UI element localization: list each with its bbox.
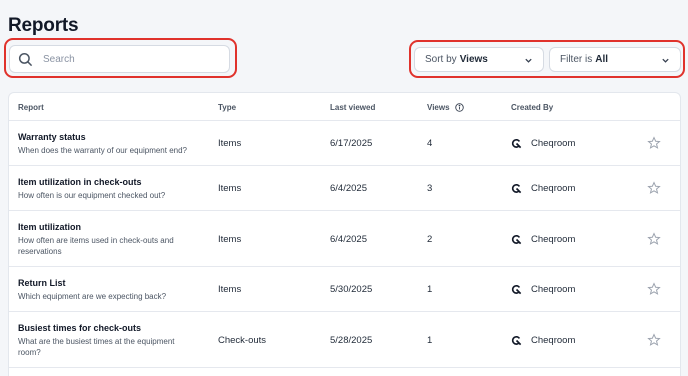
report-name[interactable]: Item utilization in check-outs — [18, 177, 142, 187]
report-creator: Cheqroom — [511, 335, 575, 346]
report-last-viewed: 6/4/2025 — [330, 183, 367, 194]
report-views: 2 — [427, 234, 433, 245]
creator-name: Cheqroom — [531, 183, 576, 194]
column-header-created-by[interactable]: Created By — [511, 103, 553, 112]
column-header-views-group[interactable]: Views — [427, 103, 464, 112]
report-type: Items — [218, 284, 242, 295]
column-header-type[interactable]: Type — [218, 103, 236, 112]
cheqroom-logo-icon — [511, 285, 522, 295]
filter-prefix: Filter is — [560, 54, 593, 65]
report-type: Check-outs — [218, 335, 267, 346]
cheqroom-logo-icon — [511, 336, 522, 346]
search-icon — [18, 52, 33, 66]
creator-name: Cheqroom — [531, 284, 576, 295]
search-field[interactable] — [9, 45, 230, 73]
report-views: 1 — [427, 335, 433, 346]
star-icon[interactable] — [647, 282, 661, 296]
report-views: 3 — [427, 183, 433, 194]
report-creator: Cheqroom — [511, 284, 575, 295]
cheqroom-logo-icon — [511, 139, 522, 149]
report-type: Items — [218, 183, 242, 194]
report-creator: Cheqroom — [511, 183, 575, 194]
report-views: 4 — [427, 138, 433, 149]
report-last-viewed: 6/17/2025 — [330, 138, 373, 149]
star-icon[interactable] — [647, 181, 661, 195]
star-icon[interactable] — [647, 333, 661, 347]
search-input[interactable] — [43, 53, 213, 65]
star-icon[interactable] — [647, 136, 661, 150]
table-row[interactable]: Return List Which equipment are we expec… — [9, 267, 680, 312]
info-icon[interactable] — [455, 103, 464, 112]
cheqroom-logo-icon — [511, 235, 522, 245]
filter-dropdown[interactable]: Filter is All — [549, 47, 681, 72]
report-views: 1 — [427, 284, 433, 295]
report-description: What are the busiest times at the equipm… — [18, 337, 175, 357]
sort-dropdown[interactable]: Sort by Views — [414, 47, 544, 72]
report-type: Items — [218, 234, 242, 245]
sort-prefix: Sort by — [425, 54, 457, 65]
reports-table: Report Type Last viewed Views Created By… — [8, 92, 681, 376]
filter-value: All — [595, 54, 609, 65]
report-creator: Cheqroom — [511, 138, 575, 149]
table-row[interactable]: Item utilization in check-outs How often… — [9, 166, 680, 211]
report-type: Items — [218, 138, 242, 149]
report-name[interactable]: Item utilization — [18, 222, 81, 232]
table-row[interactable]: Busiest times for check-outs What are th… — [9, 312, 680, 368]
table-header: Report Type Last viewed Views Created By — [9, 93, 680, 121]
report-last-viewed: 5/30/2025 — [330, 284, 373, 295]
report-description: Which equipment are we expecting back? — [18, 292, 167, 301]
page-title: Reports — [8, 15, 79, 36]
report-creator: Cheqroom — [511, 234, 575, 245]
report-last-viewed: 6/4/2025 — [330, 234, 367, 245]
column-header-report[interactable]: Report — [18, 103, 44, 112]
report-name[interactable]: Return List — [18, 278, 66, 288]
report-description: When does the warranty of our equipment … — [18, 146, 187, 155]
table-row[interactable]: Warranty status When does the warranty o… — [9, 121, 680, 166]
column-header-views: Views — [427, 103, 450, 112]
sort-value: Views — [459, 54, 488, 65]
report-last-viewed: 5/28/2025 — [330, 335, 373, 346]
chevron-down-icon — [525, 58, 532, 63]
report-name[interactable]: Busiest times for check-outs — [18, 323, 141, 333]
report-description: How often is our equipment checked out? — [18, 191, 166, 200]
creator-name: Cheqroom — [531, 335, 576, 346]
star-icon[interactable] — [647, 232, 661, 246]
creator-name: Cheqroom — [531, 234, 576, 245]
cheqroom-logo-icon — [511, 184, 522, 194]
report-name[interactable]: Warranty status — [18, 132, 86, 142]
table-row[interactable]: Item utilization How often are items use… — [9, 211, 680, 267]
column-header-last-viewed[interactable]: Last viewed — [330, 103, 375, 112]
chevron-down-icon — [662, 58, 669, 63]
report-description: How often are items used in check-outs a… — [18, 236, 174, 256]
creator-name: Cheqroom — [531, 138, 576, 149]
